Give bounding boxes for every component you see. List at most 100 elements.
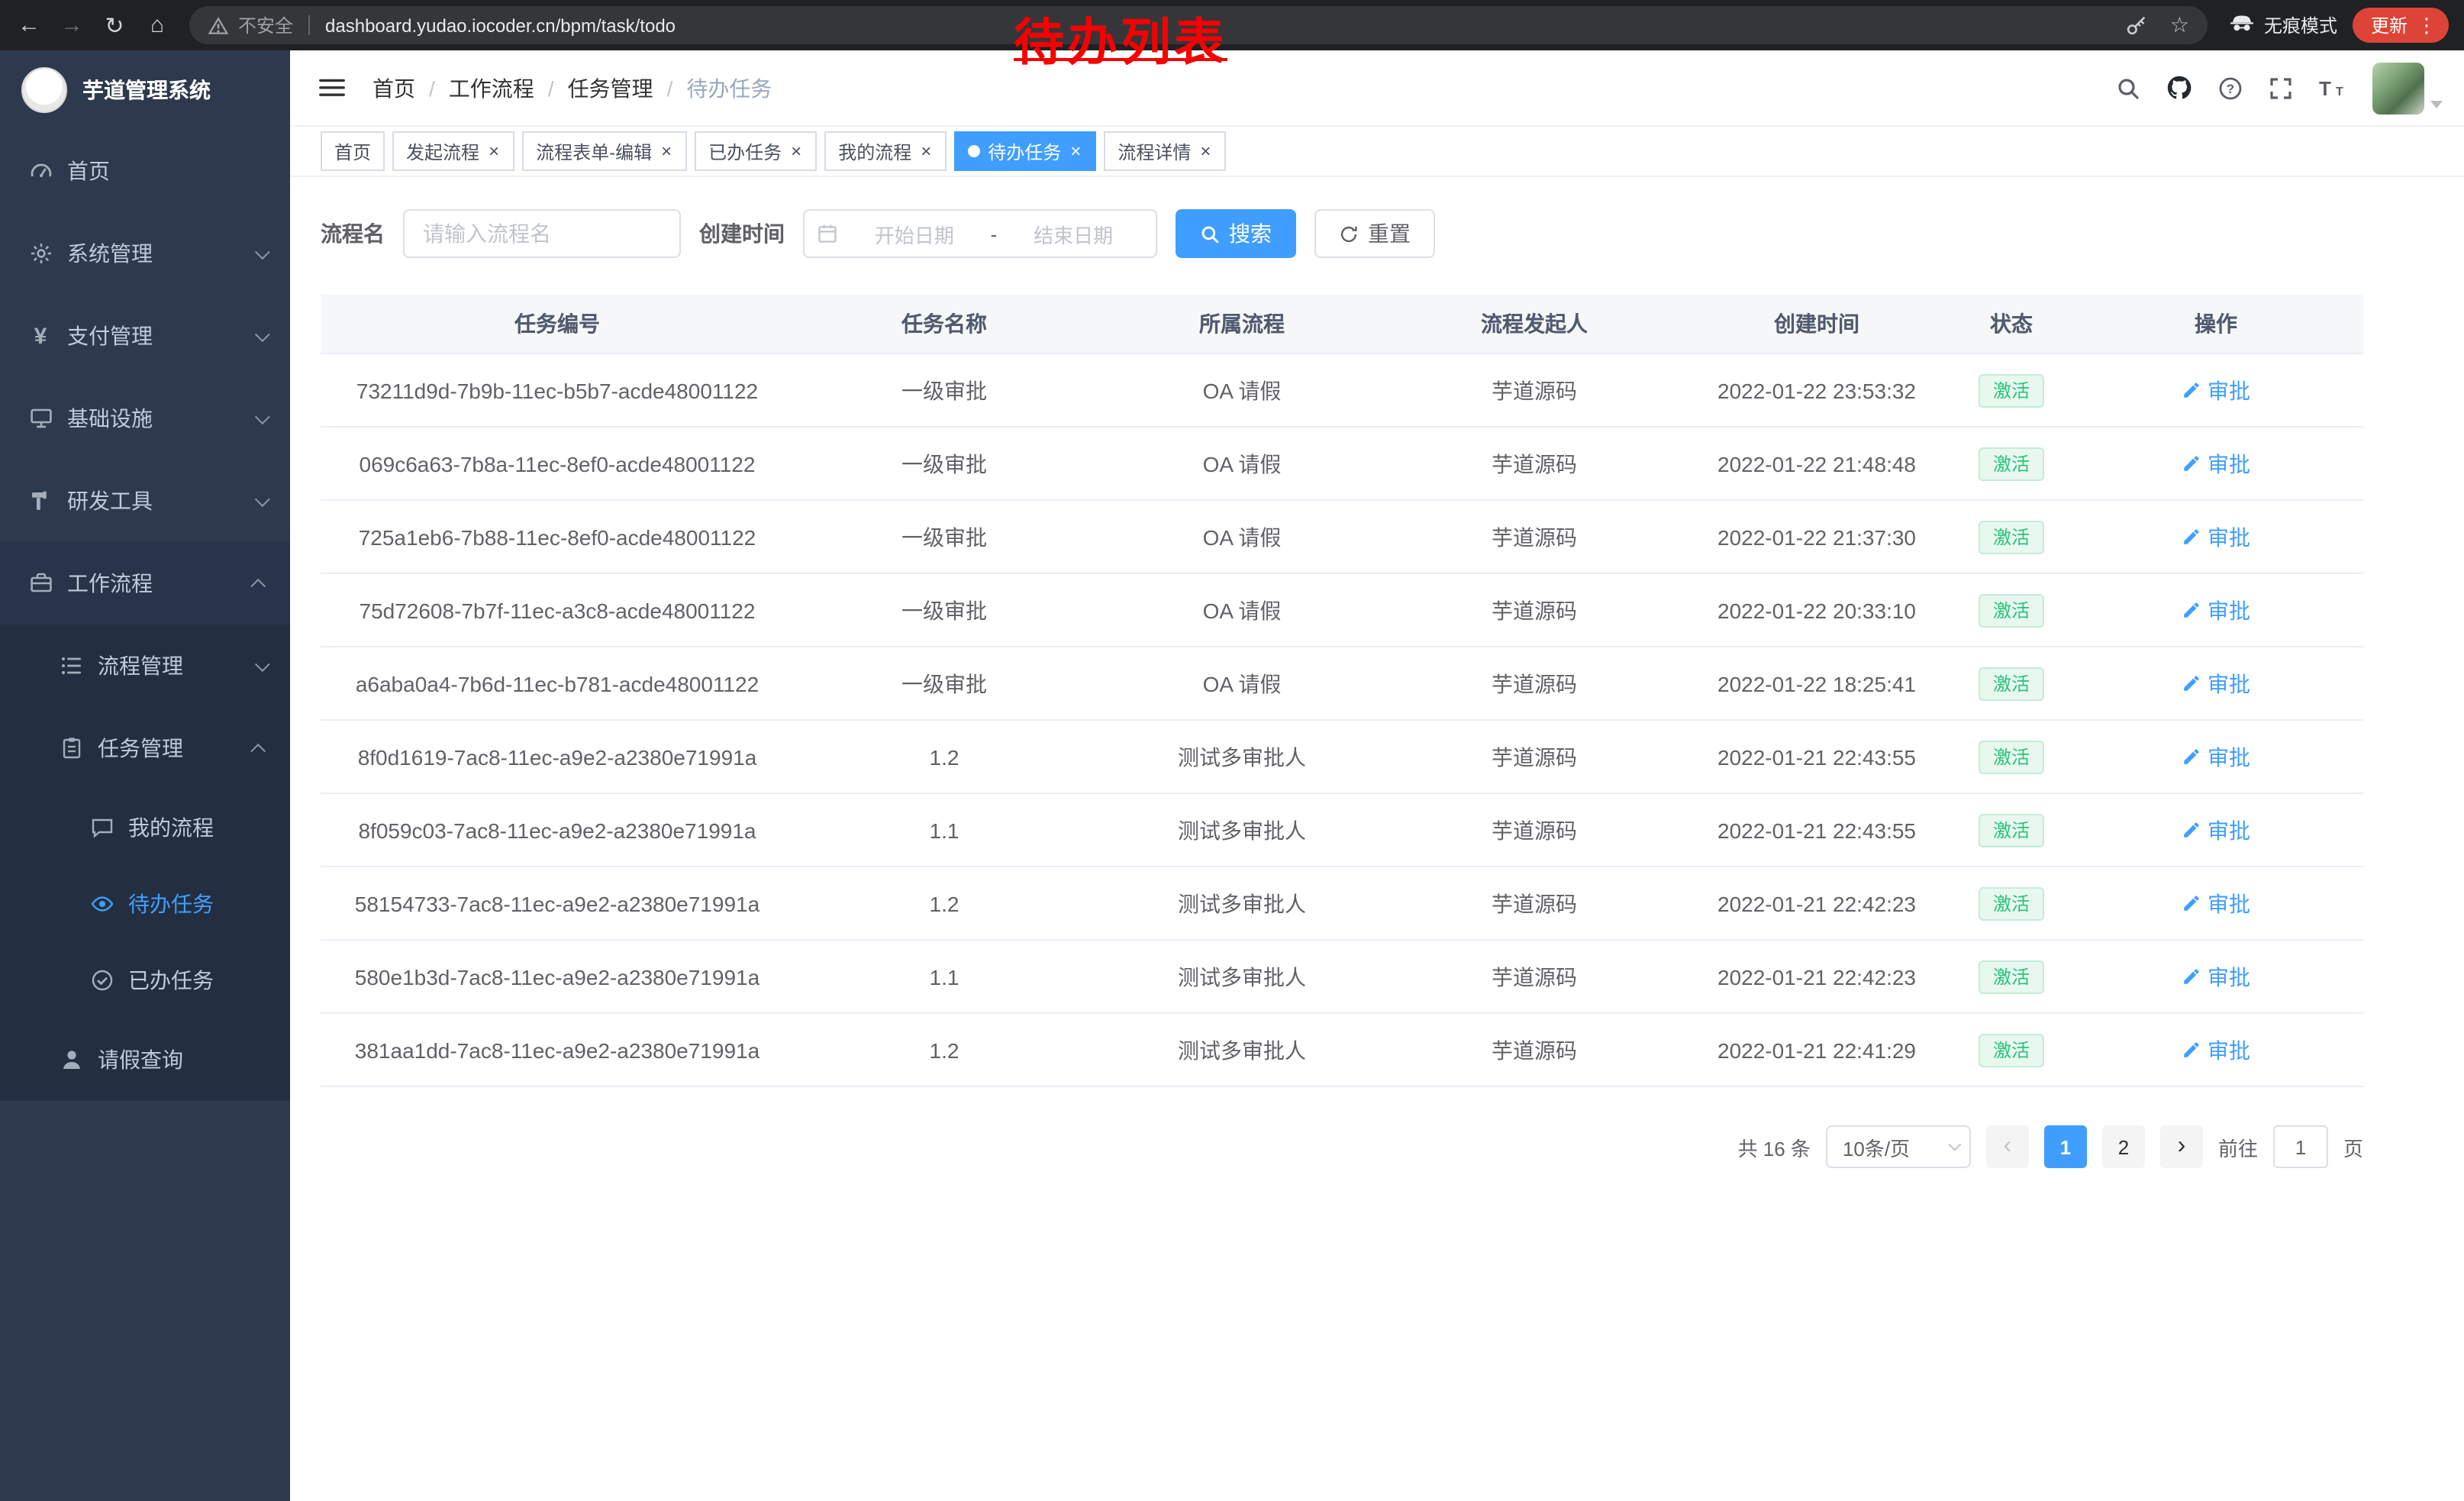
search-button[interactable]: 搜索 [1176, 209, 1296, 258]
sidebar-item-home[interactable]: 首页 [0, 130, 290, 212]
sidebar-item-my-process[interactable]: 我的流程 [0, 789, 290, 866]
password-key-icon[interactable] [2126, 14, 2149, 37]
home-button[interactable]: ⌂ [137, 5, 177, 45]
page-unit-label: 页 [2343, 1132, 2363, 1161]
tab-close-icon[interactable]: × [487, 142, 501, 160]
tab[interactable]: 待办任务 × [954, 131, 1096, 171]
approve-button[interactable]: 审批 [2182, 595, 2250, 625]
bookmark-star-icon[interactable]: ☆ [2170, 12, 2189, 38]
tab-close-icon[interactable]: × [1198, 142, 1212, 160]
next-icon: › [2178, 1135, 2186, 1159]
cell-status: 激活 [1954, 447, 2069, 480]
search-icon[interactable] [2116, 76, 2140, 100]
app-logo[interactable]: 芋道管理系统 [0, 50, 290, 130]
incognito-icon [2229, 14, 2255, 37]
tab[interactable]: 已办任务 × [695, 131, 817, 171]
next-page-button[interactable]: › [2160, 1125, 2203, 1168]
cell-initiator: 芋道源码 [1389, 448, 1679, 479]
cell-process: OA 请假 [1095, 521, 1389, 552]
fullscreen-icon[interactable] [2269, 76, 2293, 100]
start-date-placeholder[interactable]: 开始日期 [844, 219, 985, 248]
sidebar-item-leave-query[interactable]: 请假查询 [0, 1018, 290, 1101]
chat-icon [89, 815, 114, 841]
table-row: 58154733-7ac8-11ec-a9e2-a2380e71991a 1.2… [321, 867, 2363, 941]
breadcrumb-item[interactable]: 工作流程 [449, 73, 534, 103]
tab-close-icon[interactable]: × [789, 142, 803, 160]
gear-icon [27, 240, 53, 266]
back-button[interactable]: ← [9, 5, 49, 45]
sidebar-item-workflow[interactable]: 工作流程 [0, 542, 290, 625]
approve-button[interactable]: 审批 [2182, 815, 2250, 845]
tab[interactable]: 流程表单-编辑 × [522, 131, 687, 171]
sidebar-item-todo[interactable]: 待办任务 [0, 866, 290, 942]
approve-button[interactable]: 审批 [2182, 521, 2250, 552]
refresh-icon [1339, 224, 1359, 244]
tab-label: 待办任务 [988, 138, 1061, 164]
cell-process: 测试多审批人 [1095, 961, 1389, 992]
col-initiator: 流程发起人 [1389, 308, 1679, 339]
approve-button[interactable]: 审批 [2182, 448, 2250, 479]
goto-page-input[interactable] [2273, 1125, 2328, 1168]
edit-icon [2182, 600, 2201, 620]
cell-task-name: 一级审批 [794, 375, 1095, 405]
sidebar-item-system[interactable]: 系统管理 [0, 212, 290, 295]
approve-button[interactable]: 审批 [2182, 961, 2250, 992]
col-actions: 操作 [2069, 308, 2363, 339]
sidebar-item-done[interactable]: 已办任务 [0, 942, 290, 1018]
page-size-select[interactable]: 10条/页 [1826, 1125, 1971, 1168]
tab-label: 我的流程 [838, 138, 911, 164]
font-size-icon[interactable]: TT [2319, 76, 2346, 100]
cell-process: OA 请假 [1095, 595, 1389, 625]
approve-label: 审批 [2208, 1035, 2250, 1065]
sidebar-item-task-mgmt[interactable]: 任务管理 [0, 707, 290, 789]
sidebar-item-infrastructure[interactable]: 基础设施 [0, 377, 290, 460]
prev-page-button[interactable]: ‹ [1986, 1125, 2029, 1168]
date-range-picker[interactable]: 开始日期 - 结束日期 [803, 209, 1157, 258]
approve-button[interactable]: 审批 [2182, 375, 2250, 405]
page-number-button[interactable]: 2 [2102, 1125, 2145, 1168]
page-number-button[interactable]: 1 [2044, 1125, 2087, 1168]
breadcrumb-item[interactable]: 任务管理 [568, 73, 653, 103]
approve-button[interactable]: 审批 [2182, 668, 2250, 699]
tab-close-icon[interactable]: × [1069, 142, 1082, 160]
end-date-placeholder[interactable]: 结束日期 [1003, 219, 1143, 248]
tab-close-icon[interactable]: × [660, 142, 673, 160]
cell-initiator: 芋道源码 [1389, 1035, 1679, 1065]
approve-button[interactable]: 审批 [2182, 1035, 2250, 1065]
table-row: 8f059c03-7ac8-11ec-a9e2-a2380e71991a 1.1… [321, 794, 2363, 867]
goto-label: 前往 [2218, 1132, 2258, 1161]
cell-actions: 审批 [2069, 595, 2363, 625]
process-name-input[interactable] [403, 209, 681, 258]
reset-button[interactable]: 重置 [1314, 209, 1435, 258]
github-icon[interactable] [2166, 75, 2192, 101]
approve-button[interactable]: 审批 [2182, 741, 2250, 772]
incognito-badge: 无痕模式 [2229, 12, 2337, 38]
sidebar-item-process-mgmt[interactable]: 流程管理 [0, 625, 290, 707]
sidebar-item-payment[interactable]: ¥ 支付管理 [0, 295, 290, 377]
browser-menu-icon[interactable]: ⋮ [2417, 13, 2437, 37]
avatar[interactable] [2372, 62, 2424, 114]
tab[interactable]: 流程详情 × [1104, 131, 1226, 171]
approve-button[interactable]: 审批 [2182, 888, 2250, 918]
tab[interactable]: 我的流程 × [824, 131, 947, 171]
sidebar-toggle-button[interactable] [313, 70, 351, 105]
forward-button[interactable]: → [52, 5, 92, 45]
tab-close-icon[interactable]: × [919, 142, 933, 160]
menu-label: 基础设施 [67, 403, 153, 434]
address-bar[interactable]: 不安全 dashboard.yudao.iocoder.cn/bpm/task/… [189, 6, 2208, 44]
table-row: 381aa1dd-7ac8-11ec-a9e2-a2380e71991a 1.2… [321, 1014, 2363, 1087]
tab[interactable]: 首页 [321, 131, 385, 171]
edit-icon [2182, 820, 2201, 840]
cell-status: 激活 [1954, 960, 2069, 993]
breadcrumb-separator: / [548, 76, 554, 100]
help-icon[interactable]: ? [2218, 76, 2243, 100]
dashboard-icon [27, 158, 53, 184]
status-badge: 激活 [1979, 520, 2043, 554]
user-menu[interactable] [2372, 62, 2443, 114]
breadcrumb-item[interactable]: 首页 [373, 73, 415, 103]
tab[interactable]: 发起流程 × [392, 131, 514, 171]
sidebar-item-dev-tools[interactable]: 研发工具 [0, 460, 290, 542]
reload-button[interactable]: ↻ [95, 5, 134, 45]
menu-label: 研发工具 [67, 486, 153, 516]
browser-update-button[interactable]: 更新 ⋮ [2353, 8, 2449, 43]
